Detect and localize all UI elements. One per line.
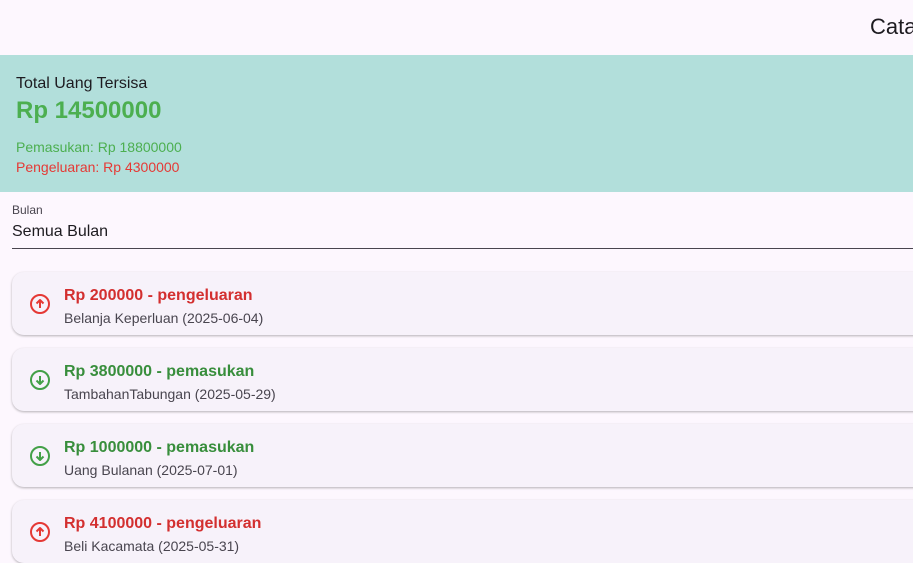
transaction-subtitle: Uang Bulanan (2025-07-01) — [64, 462, 238, 478]
arrow-down-circle-icon — [29, 369, 51, 391]
transaction-item[interactable]: Rp 200000 - pengeluaran Belanja Keperlua… — [12, 272, 913, 335]
transaction-item[interactable]: Rp 3800000 - pemasukan TambahanTabungan … — [12, 348, 913, 411]
transaction-title: Rp 4100000 - pengeluaran — [64, 515, 262, 532]
transaction-item[interactable]: Rp 4100000 - pengeluaran Beli Kacamata (… — [12, 500, 913, 563]
month-dropdown-value[interactable]: Semua Bulan — [12, 222, 108, 242]
transaction-subtitle: Beli Kacamata (2025-05-31) — [64, 538, 240, 554]
expense-total: Pengeluaran: Rp 4300000 — [16, 159, 180, 175]
total-balance-label: Total Uang Tersisa — [16, 75, 148, 92]
app-bar: Cata — [0, 0, 913, 55]
arrow-up-circle-icon — [29, 293, 51, 315]
transaction-title: Rp 1000000 - pemasukan — [64, 439, 255, 456]
income-total: Pemasukan: Rp 18800000 — [16, 139, 182, 155]
month-dropdown-label: Bulan — [12, 203, 43, 217]
transaction-item[interactable]: Rp 1000000 - pemasukan Uang Bulanan (202… — [12, 424, 913, 487]
total-balance-value: Rp 14500000 — [16, 97, 162, 124]
transaction-subtitle: TambahanTabungan (2025-05-29) — [64, 386, 276, 402]
month-dropdown[interactable]: Bulan Semua Bulan — [12, 202, 913, 249]
transaction-subtitle: Belanja Keperluan (2025-06-04) — [64, 310, 264, 326]
app-title: Cata — [870, 14, 913, 39]
arrow-up-circle-icon — [29, 521, 51, 543]
arrow-down-circle-icon — [29, 445, 51, 467]
transaction-title: Rp 3800000 - pemasukan — [64, 363, 255, 380]
balance-summary: Total Uang Tersisa Rp 14500000 Pemasukan… — [0, 55, 913, 192]
transaction-title: Rp 200000 - pengeluaran — [64, 287, 253, 304]
